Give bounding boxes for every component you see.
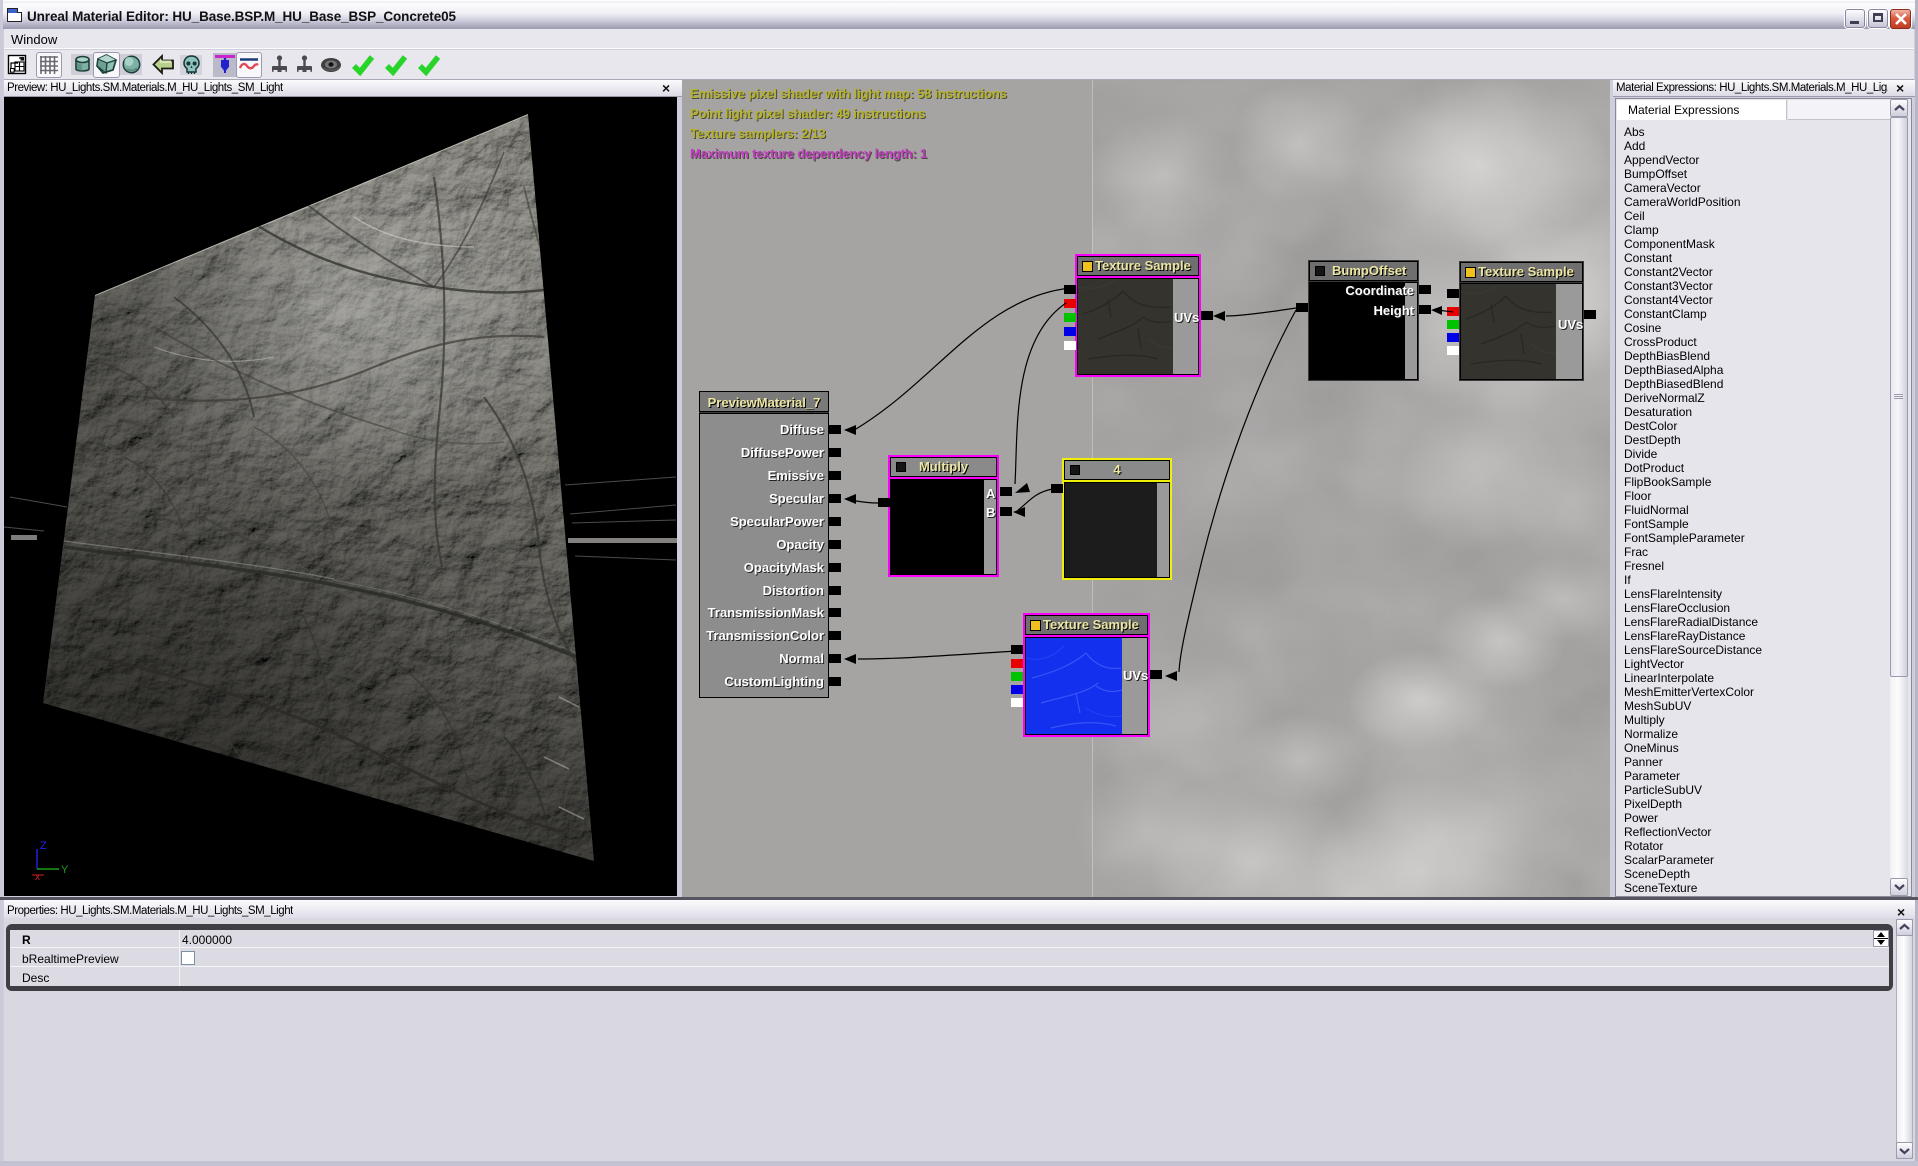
svg-text:Y: Y — [61, 864, 69, 876]
svg-text:Z: Z — [40, 840, 47, 852]
svg-text:x: x — [35, 872, 40, 883]
